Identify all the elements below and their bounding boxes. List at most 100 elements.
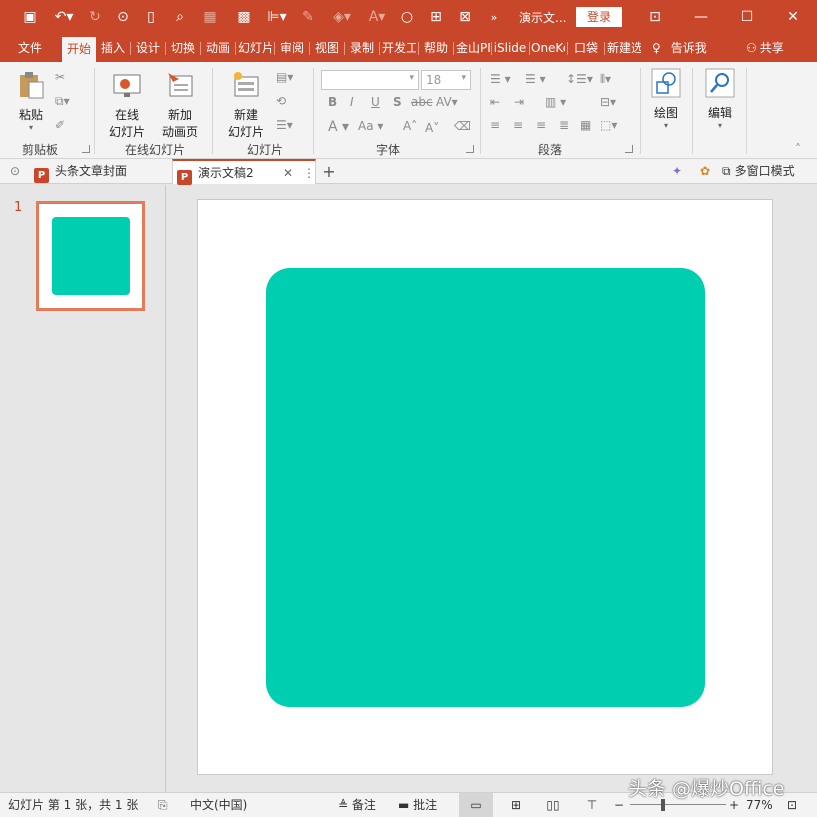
crop-icon[interactable]: ⊞	[425, 0, 447, 34]
reset-icon[interactable]: ⟲	[276, 94, 286, 108]
zoom-slider-track[interactable]	[630, 804, 726, 805]
align-text-icon[interactable]: ⊟▾	[600, 95, 616, 109]
reading-view-icon[interactable]: ▯▯	[543, 793, 563, 817]
magic-icon[interactable]: ✦	[666, 159, 688, 184]
slideshow-view-icon[interactable]: ⊤	[582, 793, 602, 817]
decrease-indent-icon[interactable]: ⇤	[490, 95, 500, 109]
grid-icon[interactable]: ▩	[233, 0, 255, 34]
char-spacing-icon[interactable]: AV▾	[436, 95, 458, 109]
increase-indent-icon[interactable]: ⇥	[514, 95, 524, 109]
align-center-icon[interactable]: ≡	[513, 118, 523, 132]
minimize-icon[interactable]: —	[678, 0, 724, 34]
spellcheck-icon[interactable]: ⎘	[158, 793, 168, 817]
numbering-icon[interactable]: ☰ ▾	[525, 72, 546, 86]
tab-kingsoft-pdf[interactable]: 金山PDF	[456, 34, 490, 62]
close-icon[interactable]: ✕	[770, 0, 816, 34]
zoom-out-icon[interactable]: −	[614, 793, 624, 817]
new-file-icon[interactable]: ▯	[140, 0, 162, 34]
slide-sorter-icon[interactable]: ⊞	[506, 793, 526, 817]
bullets-icon[interactable]: ☰ ▾	[490, 72, 511, 86]
language-status[interactable]: 中文(中国)	[190, 793, 247, 817]
italic-icon[interactable]: I	[350, 95, 354, 109]
format-painter-icon[interactable]: ✐	[55, 118, 65, 132]
layout-icon[interactable]: ▤▾	[276, 70, 293, 84]
more-icon[interactable]: ⊠	[454, 0, 476, 34]
from-start-icon[interactable]: ⊙	[112, 0, 134, 34]
add-tab-icon[interactable]: +	[318, 159, 340, 184]
columns-icon[interactable]: ▥ ▾	[545, 95, 566, 109]
bold-icon[interactable]: B	[328, 95, 337, 109]
eyedropper-icon[interactable]: ✎	[297, 0, 319, 34]
picture-icon[interactable]: ▦	[197, 0, 223, 34]
close-tab-icon[interactable]: ✕	[283, 161, 293, 186]
tab-record[interactable]: 录制	[347, 34, 377, 62]
slide-thumbnail[interactable]	[36, 201, 145, 311]
fill-icon[interactable]: ◈▾	[326, 0, 358, 34]
tab-design[interactable]: 设计	[133, 34, 163, 62]
overflow-icon[interactable]: »	[483, 0, 505, 34]
justify-icon[interactable]: ≣	[559, 118, 569, 132]
multi-window-button[interactable]: ⧉ 多窗口模式	[722, 159, 814, 184]
tab-islide[interactable]: iSlide	[493, 34, 527, 62]
copy-icon[interactable]: ⧉▾	[55, 94, 70, 109]
redo-icon[interactable]: ↻	[84, 0, 106, 34]
document-tab-presentation2[interactable]: P 演示文稿2 ✕ ⋮	[172, 159, 316, 186]
change-case-icon[interactable]: Aa ▾	[358, 119, 383, 133]
align-icon[interactable]: ⊫▾	[262, 0, 292, 34]
document-tab-cover[interactable]: P 头条文章封面	[34, 159, 170, 184]
oval-icon[interactable]: ○	[396, 0, 418, 34]
tab-developer[interactable]: 开发工	[382, 34, 416, 62]
tab-file[interactable]: 文件	[8, 34, 52, 62]
tab-menu-icon[interactable]: ⋮	[303, 161, 315, 186]
new-slide-button[interactable]: 新建 幻灯片	[220, 70, 272, 140]
paste-button[interactable]: 粘贴 ▾	[12, 70, 50, 132]
underline-icon[interactable]: U	[371, 95, 380, 109]
slide-canvas[interactable]	[197, 199, 773, 775]
editing-button[interactable]: 编辑 ▾	[702, 68, 738, 130]
tab-new-options[interactable]: 新建选	[607, 34, 641, 62]
tab-home[interactable]: 开始	[62, 37, 96, 62]
shrink-font-icon[interactable]: A˅	[425, 121, 439, 135]
distribute-icon[interactable]: ▦	[580, 118, 591, 132]
online-slide-button[interactable]: 在线 幻灯片	[101, 70, 153, 140]
clear-format-icon[interactable]: ⌫	[454, 119, 471, 133]
save-icon[interactable]: ▣	[19, 0, 41, 34]
drawing-button[interactable]: 绘图 ▾	[648, 68, 684, 130]
notes-button[interactable]: ≜ 备注	[338, 793, 376, 817]
font-color-ribbon-icon[interactable]: A ▾	[328, 119, 349, 135]
font-name-combo[interactable]: ▾	[321, 70, 419, 90]
tab-review[interactable]: 审阅	[277, 34, 307, 62]
comments-button[interactable]: ▬ 批注	[398, 793, 437, 817]
normal-view-icon[interactable]: ▭	[459, 793, 493, 817]
maximize-icon[interactable]: ☐	[724, 0, 770, 34]
align-right-icon[interactable]: ≡	[536, 118, 546, 132]
new-anim-page-button[interactable]: 新加 动画页	[154, 70, 206, 140]
share-button[interactable]: ⚇ 共享	[746, 34, 784, 62]
tell-me[interactable]: ♀ 告诉我	[652, 34, 707, 62]
tab-insert[interactable]: 插入	[98, 34, 128, 62]
clipboard-launcher-icon[interactable]	[82, 145, 90, 153]
align-left-icon[interactable]: ≡	[490, 118, 500, 132]
tab-slideshow[interactable]: 幻灯片	[238, 34, 272, 62]
tab-transitions[interactable]: 切换	[168, 34, 198, 62]
font-launcher-icon[interactable]	[466, 145, 474, 153]
undo-icon[interactable]: ↶▾	[50, 0, 78, 34]
shadow-icon[interactable]: S	[393, 95, 402, 109]
rounded-rectangle-shape[interactable]	[266, 268, 705, 707]
paragraph-launcher-icon[interactable]	[625, 145, 633, 153]
tab-history-icon[interactable]: ⊙	[4, 159, 26, 184]
cut-icon[interactable]: ✂	[55, 70, 65, 84]
section-icon[interactable]: ☰▾	[276, 118, 293, 132]
ribbon-options-icon[interactable]: ⊡	[632, 0, 678, 34]
tab-onekey[interactable]: OneKey	[531, 34, 565, 62]
grow-font-icon[interactable]: A˄	[403, 119, 417, 133]
login-button[interactable]: 登录	[576, 7, 622, 27]
tab-help[interactable]: 帮助	[421, 34, 451, 62]
fit-to-window-icon[interactable]: ⊡	[787, 793, 797, 817]
strikethrough-icon[interactable]: abc	[411, 95, 433, 109]
settings-gear-icon[interactable]: ✿	[694, 159, 716, 184]
tab-pocket[interactable]: 口袋	[570, 34, 602, 62]
tab-view[interactable]: 视图	[312, 34, 342, 62]
smartart-icon[interactable]: ⬚▾	[600, 118, 617, 132]
print-preview-icon[interactable]: ⌕	[169, 0, 191, 34]
